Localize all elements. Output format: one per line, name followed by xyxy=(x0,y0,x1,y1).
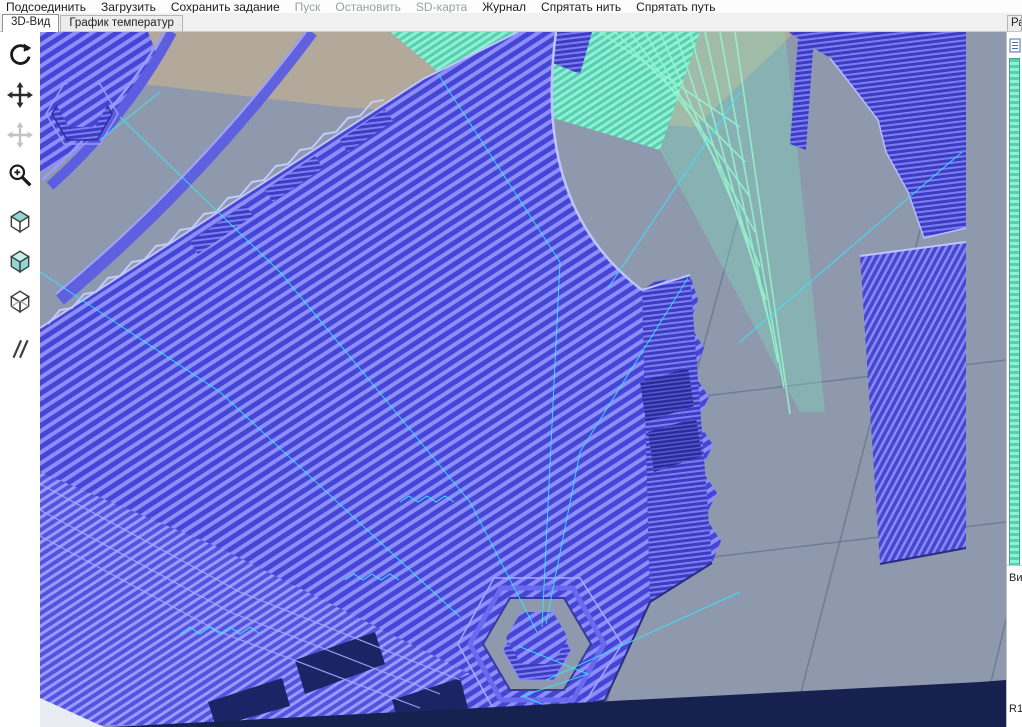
object-color-strip xyxy=(1009,58,1020,566)
menu-save-job[interactable]: Сохранить задание xyxy=(171,0,280,13)
document-icon[interactable] xyxy=(1009,38,1021,58)
zoom-button[interactable] xyxy=(2,158,38,192)
menu-log[interactable]: Журнал xyxy=(482,0,526,13)
view-section-label: Ви xyxy=(1009,572,1022,584)
view-wireframe-cube-icon xyxy=(7,288,33,314)
move-view-icon xyxy=(7,82,33,108)
view-wireframe-button[interactable] xyxy=(2,284,38,318)
menu-load[interactable]: Загрузить xyxy=(101,0,156,13)
view-top-face-cube-icon xyxy=(7,208,33,234)
menu-stop: Остановить xyxy=(335,0,401,13)
view-toolbar xyxy=(0,32,40,727)
tab-temperature-graph[interactable]: График температур xyxy=(60,15,183,31)
right-panel: Ви R1 xyxy=(1006,32,1022,727)
menu-connect[interactable]: Подсоединить xyxy=(6,0,86,13)
menu-sd-card: SD-карта xyxy=(416,0,467,13)
application-window: Подсоединить Загрузить Сохранить задание… xyxy=(0,0,1022,727)
viewport-3d[interactable] xyxy=(40,32,1006,727)
tab-3d-view[interactable]: 3D-Вид xyxy=(2,14,59,32)
view-top-face-button[interactable] xyxy=(2,204,38,238)
main-content: Ви R1 xyxy=(0,32,1022,727)
menu-hide-path[interactable]: Спрятать путь xyxy=(636,0,715,13)
view-solid-cube-icon xyxy=(7,248,33,274)
move-object-icon xyxy=(7,122,33,148)
top-toolbar: Подсоединить Загрузить Сохранить задание… xyxy=(0,0,1022,13)
rotate-view-button[interactable] xyxy=(2,38,38,72)
bottom-panel-label: R1 xyxy=(1009,703,1022,715)
move-object-button xyxy=(2,118,38,152)
panel-divider xyxy=(1007,565,1022,566)
tab-bar: 3D-Вид График температур Раз xyxy=(0,13,1022,32)
parallel-projection-icon xyxy=(7,336,33,362)
menu-hide-filament[interactable]: Спрятать нить xyxy=(541,0,621,13)
rotate-view-icon xyxy=(7,42,33,68)
zoom-icon xyxy=(7,162,33,188)
parallel-projection-button[interactable] xyxy=(2,332,38,366)
view-solid-button[interactable] xyxy=(2,244,38,278)
move-view-button[interactable] xyxy=(2,78,38,112)
menu-start: Пуск xyxy=(295,0,321,13)
tab-right-panel[interactable]: Раз xyxy=(1007,15,1022,31)
